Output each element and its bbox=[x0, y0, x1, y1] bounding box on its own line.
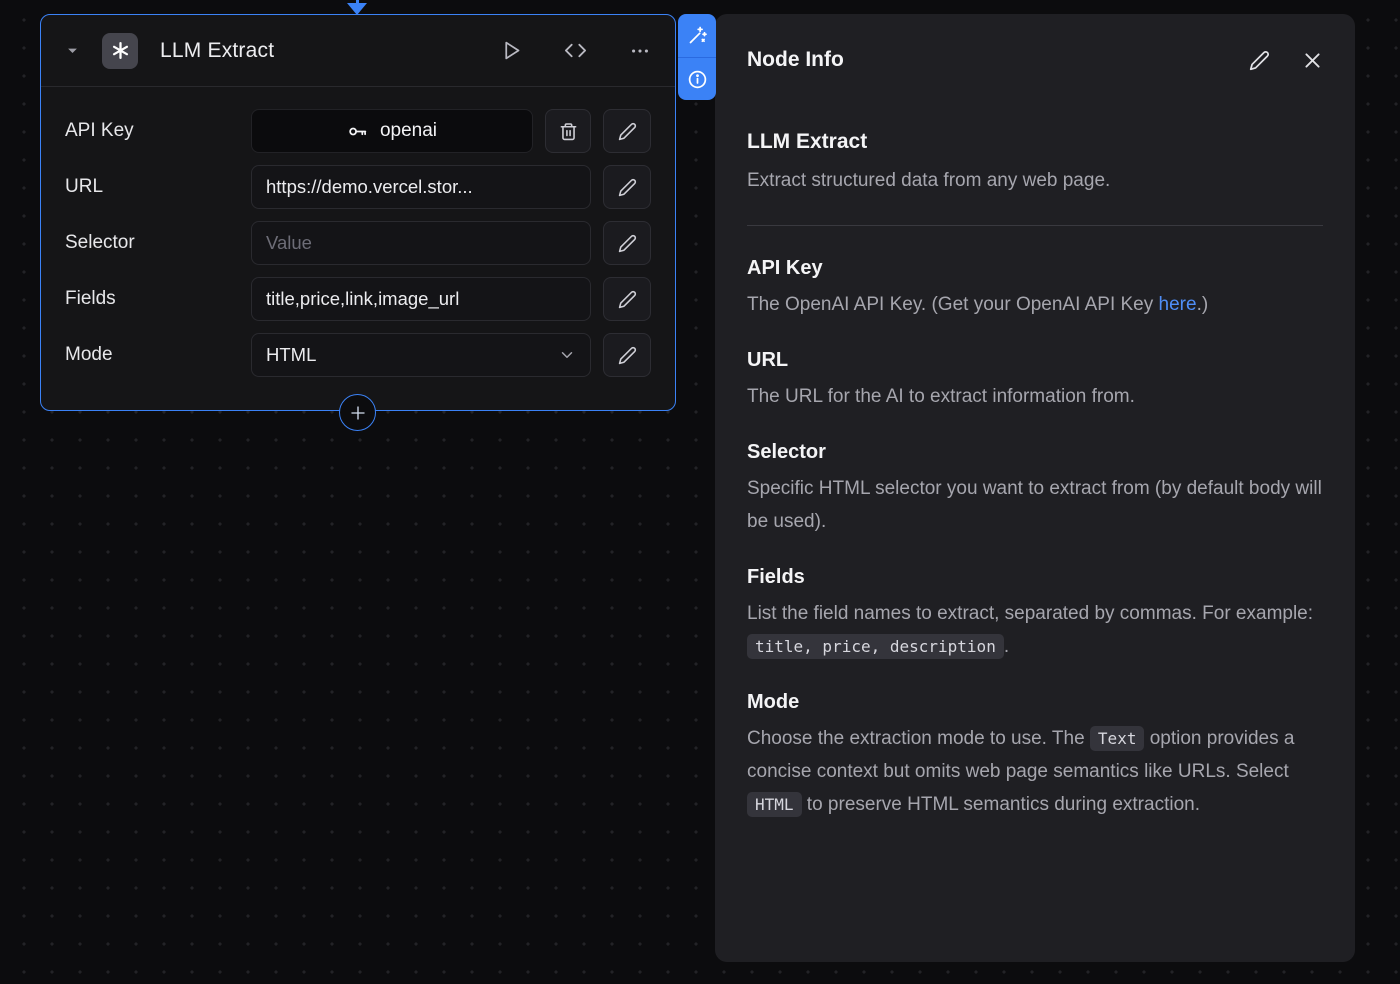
close-icon bbox=[1302, 50, 1323, 71]
api-key-text-suffix: .) bbox=[1197, 294, 1209, 315]
mode-text-1: Choose the extraction mode to use. The bbox=[747, 728, 1090, 749]
mode-text-code: Text bbox=[1090, 726, 1145, 751]
plus-icon bbox=[349, 404, 367, 422]
fields-text: List the field names to extract, separat… bbox=[747, 603, 1313, 624]
panel-header: Node Info bbox=[715, 14, 1355, 72]
pencil-icon bbox=[618, 122, 637, 141]
api-key-value-button[interactable]: openai bbox=[251, 109, 533, 153]
mode-section-text: Choose the extraction mode to use. The T… bbox=[747, 722, 1323, 821]
selector-label: Selector bbox=[65, 232, 251, 254]
selector-input[interactable] bbox=[251, 221, 591, 265]
llm-extract-node[interactable]: LLM Extract API Key bbox=[40, 14, 676, 411]
node-info-panel: Node Info LLM Extract Extract structured… bbox=[715, 14, 1355, 962]
panel-title: Node Info bbox=[747, 48, 844, 72]
edit-node-info-button[interactable] bbox=[1249, 50, 1270, 71]
pencil-icon bbox=[618, 234, 637, 253]
panel-body: LLM Extract Extract structured data from… bbox=[715, 72, 1355, 876]
collapse-node-button[interactable] bbox=[65, 43, 80, 58]
fields-section-heading: Fields bbox=[747, 563, 1323, 591]
close-panel-button[interactable] bbox=[1302, 50, 1323, 71]
selector-section-heading: Selector bbox=[747, 438, 1323, 466]
api-key-text: The OpenAI API Key. (Get your OpenAI API… bbox=[747, 294, 1159, 315]
pencil-icon bbox=[618, 290, 637, 309]
ai-fix-button[interactable] bbox=[678, 14, 716, 57]
url-row: URL bbox=[65, 165, 651, 209]
edit-selector-button[interactable] bbox=[603, 221, 651, 265]
more-options-button[interactable] bbox=[629, 40, 651, 62]
mode-text-3: to preserve HTML semantics during extrac… bbox=[802, 794, 1200, 815]
edit-url-button[interactable] bbox=[603, 165, 651, 209]
node-header[interactable]: LLM Extract bbox=[41, 15, 675, 87]
here-link[interactable]: here bbox=[1159, 294, 1197, 315]
key-icon bbox=[347, 121, 368, 142]
node-quick-toolbar bbox=[678, 14, 716, 100]
mode-label: Mode bbox=[65, 344, 251, 366]
openai-logo-icon bbox=[102, 33, 138, 69]
url-section-text: The URL for the AI to extract informatio… bbox=[747, 380, 1323, 413]
mode-select[interactable]: HTML bbox=[251, 333, 591, 377]
pencil-icon bbox=[618, 178, 637, 197]
url-section: URL The URL for the AI to extract inform… bbox=[747, 346, 1323, 413]
api-key-section: API Key The OpenAI API Key. (Get your Op… bbox=[747, 254, 1323, 321]
node-info-button[interactable] bbox=[678, 57, 716, 100]
mode-selected-value: HTML bbox=[266, 344, 316, 366]
selector-section: Selector Specific HTML selector you want… bbox=[747, 438, 1323, 538]
fields-label: Fields bbox=[65, 288, 251, 310]
add-node-button[interactable] bbox=[339, 394, 376, 431]
api-key-section-text: The OpenAI API Key. (Get your OpenAI API… bbox=[747, 288, 1323, 321]
mode-row: Mode HTML bbox=[65, 333, 651, 377]
panel-node-description: Extract structured data from any web pag… bbox=[747, 164, 1323, 197]
fields-row: Fields bbox=[65, 277, 651, 321]
delete-api-key-button[interactable] bbox=[545, 109, 591, 153]
api-key-section-heading: API Key bbox=[747, 254, 1323, 282]
fields-section-text: List the field names to extract, separat… bbox=[747, 597, 1323, 663]
url-label: URL bbox=[65, 176, 251, 198]
panel-node-title: LLM Extract bbox=[747, 128, 1323, 156]
mode-section: Mode Choose the extraction mode to use. … bbox=[747, 688, 1323, 821]
mode-section-heading: Mode bbox=[747, 688, 1323, 716]
fields-section: Fields List the field names to extract, … bbox=[747, 563, 1323, 663]
api-key-value: openai bbox=[380, 120, 437, 142]
divider bbox=[747, 225, 1323, 226]
url-input[interactable] bbox=[251, 165, 591, 209]
selector-row: Selector bbox=[65, 221, 651, 265]
mode-html-code: HTML bbox=[747, 792, 802, 817]
wand-sparkles-icon bbox=[687, 25, 708, 46]
info-icon bbox=[687, 69, 708, 90]
view-code-button[interactable] bbox=[564, 39, 587, 62]
edit-fields-button[interactable] bbox=[603, 277, 651, 321]
fields-example-code: title, price, description bbox=[747, 634, 1004, 659]
play-icon bbox=[501, 40, 522, 61]
ellipsis-icon bbox=[629, 40, 651, 62]
pencil-icon bbox=[618, 346, 637, 365]
trash-icon bbox=[559, 122, 578, 141]
chevron-down-icon bbox=[65, 43, 80, 58]
pencil-icon bbox=[1249, 50, 1270, 71]
api-key-label: API Key bbox=[65, 120, 251, 142]
edit-api-key-button[interactable] bbox=[603, 109, 651, 153]
run-node-button[interactable] bbox=[501, 40, 522, 61]
edit-mode-button[interactable] bbox=[603, 333, 651, 377]
select-chevron-icon bbox=[558, 346, 576, 364]
api-key-row: API Key openai bbox=[65, 109, 651, 153]
node-title: LLM Extract bbox=[160, 39, 479, 63]
url-section-heading: URL bbox=[747, 346, 1323, 374]
fields-text-suffix: . bbox=[1004, 636, 1009, 657]
fields-input[interactable] bbox=[251, 277, 591, 321]
code-icon bbox=[564, 39, 587, 62]
selector-section-text: Specific HTML selector you want to extra… bbox=[747, 472, 1323, 538]
